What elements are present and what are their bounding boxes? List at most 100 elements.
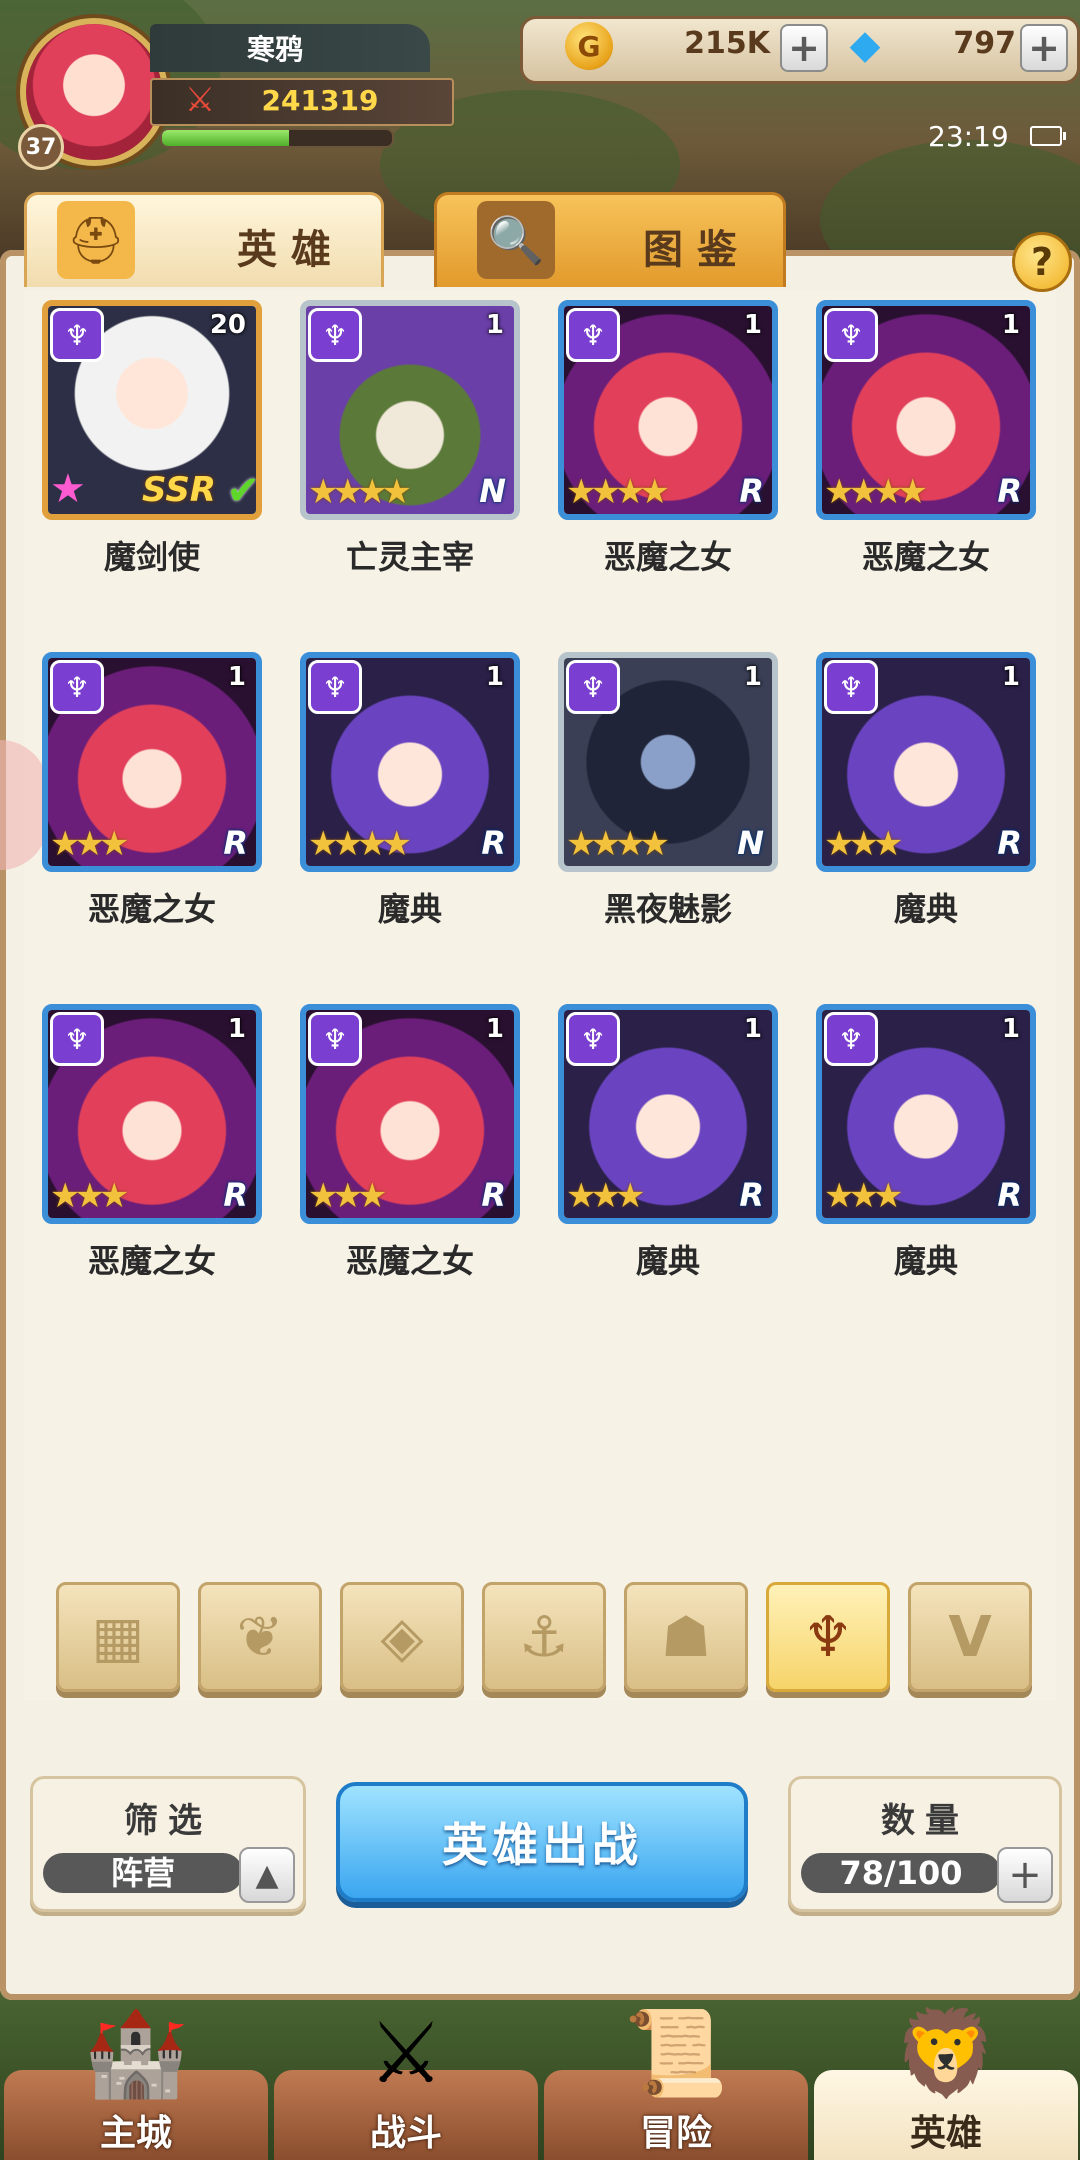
demon-faction-icon: ♆ (824, 660, 878, 714)
xp-fill (162, 130, 289, 146)
add-gold-button[interactable]: + (780, 24, 828, 72)
hero-card-frame: ♆ 1 ★★★★ N (300, 300, 520, 520)
hero-level: 1 (485, 310, 504, 340)
nav-item-hero-helmet[interactable]: 🦁 英雄 (814, 2004, 1078, 2160)
gem-value: 797 (953, 26, 1016, 61)
hero-level: 1 (743, 1014, 762, 1044)
hero-rarity: R (997, 1176, 1022, 1214)
hero-name: 魔典 (635, 1242, 700, 1280)
hero-stars: ★★★ (50, 824, 129, 864)
demon-faction-filter-button[interactable]: ♆ (766, 1582, 890, 1692)
hero-stars: ★★★ (308, 1176, 387, 1216)
count-box: 数量 78/100 + (788, 1776, 1062, 1912)
hero-rarity: R (223, 1176, 248, 1214)
hero-level: 1 (1001, 662, 1020, 692)
demon-faction-icon: ♆ (308, 308, 362, 362)
count-value: 78/100 (801, 1853, 1001, 1893)
hero-card[interactable]: ♆ 1 ★★★ R 恶魔之女 (42, 652, 262, 952)
deploy-heroes-button[interactable]: 英雄出战 (336, 1782, 748, 1902)
hero-rarity: R (223, 824, 248, 862)
hero-card[interactable]: ♆ 1 ★★★ R 恶魔之女 (300, 1004, 520, 1304)
scroll-map-icon: 📜 (623, 2003, 729, 2102)
nav-item-castle[interactable]: 🏰 主城 (4, 2004, 268, 2160)
hero-card-frame: ♆ 1 ★★★★ R (300, 652, 520, 872)
nav-item-scroll-map[interactable]: 📜 冒险 (544, 2004, 808, 2160)
hero-rarity: R (739, 472, 764, 510)
hero-card[interactable]: ♆ 20 ★ SSR ✔ 魔剑使 (42, 300, 262, 600)
xp-bar (160, 128, 394, 148)
hero-card[interactable]: ♆ 1 ★★★★ R 恶魔之女 (816, 300, 1036, 600)
hero-name: 恶魔之女 (87, 1242, 216, 1280)
rainbow-star-icon: ★ (50, 466, 86, 512)
tab-heroes[interactable]: ⛑ 英雄 (24, 192, 384, 287)
grid-all-filter-button[interactable]: ▦ (56, 1582, 180, 1692)
hero-card[interactable]: ♆ 1 ★★★ R 恶魔之女 (42, 1004, 262, 1304)
filter-value[interactable]: 阵营 (43, 1853, 243, 1893)
crossed-swords-power-icon: ⚔ (184, 80, 216, 120)
hero-card[interactable]: ♆ 1 ★★★★ R 恶魔之女 (558, 300, 778, 600)
gold-value: 215K (684, 26, 770, 61)
hero-card-frame: ♆ 1 ★★★ R (42, 1004, 262, 1224)
hero-level: 1 (227, 662, 246, 692)
demon-faction-icon: ♆ (50, 308, 104, 362)
hero-name: 恶魔之女 (87, 890, 216, 928)
expand-capacity-button[interactable]: + (997, 1847, 1053, 1903)
hero-rarity: R (739, 1176, 764, 1214)
v-wing-faction-filter-button[interactable]: V (908, 1582, 1032, 1692)
hero-stars: ★★★★ (566, 472, 670, 512)
nav-label: 战斗 (369, 2113, 442, 2154)
add-gems-button[interactable]: + (1020, 24, 1068, 72)
anchor-faction-filter-button[interactable]: ⚓ (482, 1582, 606, 1692)
hero-name: 恶魔之女 (345, 1242, 474, 1280)
hero-stars: ★★★★ (824, 472, 928, 512)
hero-card[interactable]: ♆ 1 ★★★ R 魔典 (816, 652, 1036, 952)
hero-rarity: SSR (142, 470, 216, 510)
hero-card[interactable]: ♆ 1 ★★★★ R 魔典 (300, 652, 520, 952)
nav-label: 英雄 (909, 2113, 982, 2154)
hero-stars: ★★★★ (308, 824, 412, 864)
demon-faction-icon: ♆ (566, 1012, 620, 1066)
demon-faction-icon: ♆ (308, 660, 362, 714)
filter-box: 筛选 阵营 ▲ (30, 1776, 306, 1912)
filter-toggle-button[interactable]: ▲ (239, 1847, 295, 1903)
hero-card[interactable]: ♆ 1 ★★★★ N 黑夜魅影 (558, 652, 778, 952)
hero-card-frame: ♆ 20 ★ SSR ✔ (42, 300, 262, 520)
hero-level: 20 (209, 310, 246, 340)
hero-level: 1 (485, 662, 504, 692)
hero-rarity: R (481, 1176, 506, 1214)
hero-rarity: R (481, 824, 506, 862)
crossed-swords-icon: ⚔ (368, 2004, 444, 2102)
tab-codex-label: 图鉴 (643, 227, 751, 273)
hero-stars: ★★★ (824, 1176, 903, 1216)
helmet-icon: ⛑ (57, 201, 135, 279)
leaf-faction-filter-button[interactable]: ❦ (198, 1582, 322, 1692)
castle-icon: 🏰 (83, 2003, 189, 2102)
magnifier-book-icon: 🔍 (477, 201, 555, 279)
hero-level: 1 (227, 1014, 246, 1044)
beast-faction-filter-button[interactable]: ☗ (624, 1582, 748, 1692)
diamond-gem-icon: ◆ (849, 22, 881, 68)
diamond-faction-filter-button[interactable]: ◈ (340, 1582, 464, 1692)
nav-item-crossed-swords[interactable]: ⚔ 战斗 (274, 2004, 538, 2160)
tab-codex[interactable]: 🔍 图鉴 (434, 192, 786, 287)
hero-card[interactable]: ♆ 1 ★★★ R 魔典 (816, 1004, 1036, 1304)
filter-title: 筛选 (124, 1801, 212, 1841)
hero-card[interactable]: ♆ 1 ★★★★ N 亡灵主宰 (300, 300, 520, 600)
help-button[interactable]: ? (1012, 232, 1072, 292)
hero-card[interactable]: ♆ 1 ★★★ R 魔典 (558, 1004, 778, 1304)
hero-card-frame: ♆ 1 ★★★ R (816, 1004, 1036, 1224)
hero-card-frame: ♆ 1 ★★★ R (558, 1004, 778, 1224)
hero-name: 恶魔之女 (861, 538, 990, 576)
hero-name: 魔典 (893, 1242, 958, 1280)
hero-rarity: R (997, 472, 1022, 510)
hero-card-frame: ♆ 1 ★★★ R (300, 1004, 520, 1224)
hero-stars: ★★★ (824, 824, 903, 864)
check-icon: ✔ (226, 468, 260, 514)
hero-level: 1 (1001, 310, 1020, 340)
hero-level: 1 (485, 1014, 504, 1044)
player-avatar[interactable]: 37 (8, 6, 168, 170)
hero-stars: ★★★ (50, 1176, 129, 1216)
gold-coin-icon: G (565, 22, 613, 70)
battery-icon (1030, 126, 1066, 146)
hero-level: 1 (1001, 1014, 1020, 1044)
